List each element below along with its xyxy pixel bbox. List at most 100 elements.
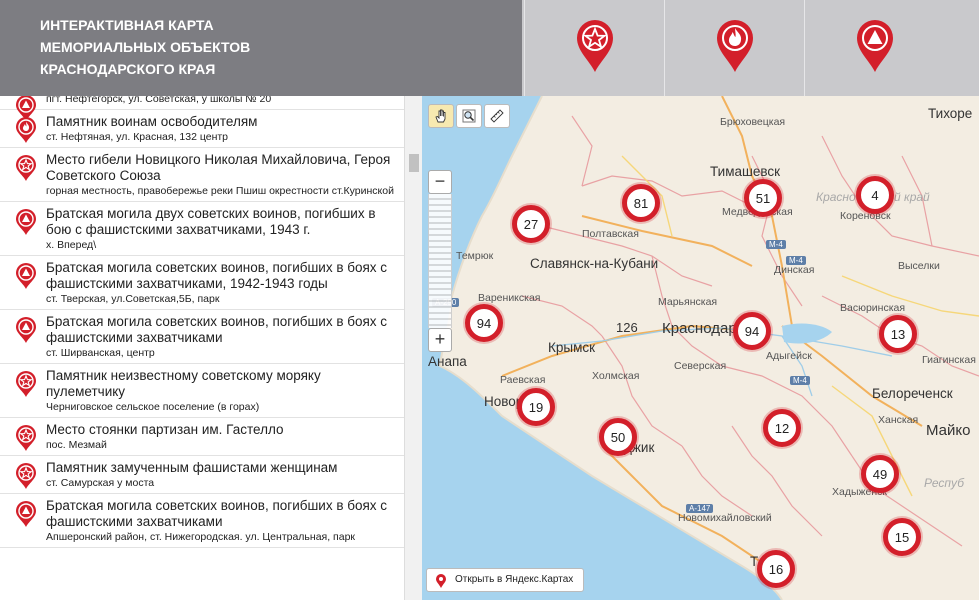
- map-cluster[interactable]: 19: [517, 388, 555, 426]
- zoom-slider[interactable]: [428, 194, 452, 328]
- magnifier-tool-button[interactable]: [456, 104, 482, 128]
- label-khanskaya: Ханская: [878, 414, 919, 426]
- label-krasnodar: Краснодар: [662, 320, 737, 337]
- label-maryanskaya: Марьянская: [658, 296, 718, 308]
- list-item-address: Апшеронский район, ст. Нижегородская. ул…: [46, 531, 356, 543]
- star-pin-icon: [16, 371, 36, 397]
- ruler-tool-button[interactable]: [484, 104, 510, 128]
- star-pin-icon: [576, 20, 613, 72]
- list-item[interactable]: Братская могила советских воинов, погибш…: [0, 494, 404, 548]
- list-item-address: ст. Самурская у моста: [46, 477, 155, 489]
- list-item-address: горная местность, правобережье реки Пшиш…: [46, 185, 394, 197]
- list-item[interactable]: Место гибели Новицкого Николая Михайлови…: [0, 148, 404, 202]
- hand-tool-icon: [435, 109, 446, 123]
- triangle-pin-icon: [856, 20, 893, 72]
- list-item-title: Братская могила советских воинов, погибш…: [46, 314, 388, 345]
- list-scrollbar[interactable]: [404, 96, 422, 600]
- list-item[interactable]: Братская могила советских воинов, погибш…: [0, 256, 404, 310]
- list-item-title: Памятник замученным фашистами женщинам: [46, 460, 338, 475]
- list-item-address: ст. Нефтяная, ул. Красная, 132 центр: [46, 131, 229, 143]
- road-shield: М-4: [786, 256, 806, 265]
- label-severskaya: Северская: [674, 360, 727, 372]
- map-pin-icon: [436, 574, 446, 588]
- list-item-title: Памятник неизвестному советскому моряку …: [46, 368, 321, 399]
- map-cluster[interactable]: 13: [879, 315, 917, 353]
- list-item-address: Черниговское сельское поселение (в горах…: [46, 401, 260, 413]
- label-poltavskaya: Полтавская: [582, 228, 639, 240]
- map-cluster[interactable]: 51: [744, 179, 782, 217]
- map-cluster[interactable]: 12: [763, 409, 801, 447]
- label-novomikhaylovsky: Новомихайловский: [678, 512, 772, 524]
- label-slavyansk: Славянск-на-Кубани: [530, 256, 659, 271]
- memorial-list: пгт. Нефтегорск, ул. Советская, у школы …: [0, 96, 404, 548]
- triangle-pin-icon: [16, 209, 36, 235]
- list-item-address: пгт. Нефтегорск, ул. Советская, у школы …: [46, 96, 272, 105]
- memorial-list-panel: пгт. Нефтегорск, ул. Советская, у школы …: [0, 96, 422, 600]
- list-item[interactable]: Братская могила советских воинов, погибш…: [0, 310, 404, 364]
- label-maykop: Майко: [926, 422, 971, 439]
- road-shield: М-4: [790, 376, 810, 385]
- list-item[interactable]: Памятник неизвестному советскому моряку …: [0, 364, 404, 418]
- label-anapa: Анапа: [428, 354, 467, 369]
- list-item[interactable]: Памятник замученным фашистами женщинам ст…: [0, 456, 404, 494]
- list-item-address: ст. Тверская, ул.Советская,5Б, парк: [46, 293, 220, 305]
- filter-flame-button[interactable]: [664, 0, 804, 96]
- list-item[interactable]: Памятник воинам освободителям ст. Нефтяна…: [0, 110, 404, 148]
- label-krymsk: Крымск: [548, 340, 596, 355]
- magnifier-tool-icon: [462, 109, 476, 123]
- header: ИНТЕРАКТИВНАЯ КАРТА МЕМОРИАЛЬНЫХ ОБЪЕКТО…: [0, 0, 979, 96]
- label-varenikovskaya: Вареникская: [478, 292, 541, 304]
- road-shield: М-4: [766, 240, 786, 249]
- map-cluster[interactable]: 15: [883, 518, 921, 556]
- label-adygeysk: Адыгейск: [766, 350, 812, 362]
- label-vyselki: Выселки: [898, 260, 940, 272]
- label-vasyurinskaya: Васюринская: [840, 302, 906, 314]
- page-title: ИНТЕРАКТИВНАЯ КАРТА МЕМОРИАЛЬНЫХ ОБЪЕКТО…: [40, 17, 251, 77]
- map-cluster[interactable]: 81: [622, 184, 660, 222]
- list-item-title: Братская могила двух советских воинов, п…: [46, 206, 376, 237]
- zoom-control: − +: [428, 170, 452, 352]
- star-pin-icon: [16, 155, 36, 181]
- triangle-pin-icon: [16, 501, 36, 527]
- label-belorechensk: Белореченск: [872, 386, 953, 401]
- scrollbar-thumb[interactable]: [409, 154, 419, 172]
- triangle-pin-icon: [16, 263, 36, 289]
- list-item-address: ст. Ширванская, центр: [46, 347, 155, 359]
- list-item-address: х. Вперед\: [46, 239, 97, 251]
- map-cluster[interactable]: 4: [856, 176, 894, 214]
- list-item-title: Братская могила советских воинов, погибш…: [46, 498, 388, 529]
- map-cluster[interactable]: 27: [512, 205, 550, 243]
- map-cluster[interactable]: 49: [861, 455, 899, 493]
- ruler-tool-icon: [490, 109, 504, 123]
- label-timashevsk: Тимашевск: [710, 164, 780, 179]
- star-pin-icon: [16, 425, 36, 451]
- zoom-in-button[interactable]: +: [428, 328, 452, 352]
- zoom-out-button[interactable]: −: [428, 170, 452, 194]
- list-item-title: Место гибели Новицкого Николая Михайлови…: [46, 152, 391, 183]
- flame-pin-icon: [16, 117, 36, 143]
- hand-tool-button[interactable]: [428, 104, 454, 128]
- road-shield: А-147: [686, 504, 714, 513]
- label-dinskaya: Динская: [774, 264, 815, 276]
- label-respublika: Респуб: [924, 476, 965, 490]
- list-item-title: Памятник воинам освободителям: [46, 114, 258, 129]
- list-item[interactable]: Братская могила двух советских воинов, п…: [0, 202, 404, 256]
- triangle-pin-icon: [16, 317, 36, 343]
- map-cluster[interactable]: 94: [733, 312, 771, 350]
- label-giaginskaya: Гиагинская: [922, 354, 976, 366]
- map-cluster[interactable]: 16: [757, 550, 795, 588]
- map[interactable]: Брюховецкая Тихоре Тимашевск Медведовска…: [422, 96, 979, 600]
- filter-triangle-button[interactable]: [804, 0, 944, 96]
- filter-star-button[interactable]: [524, 0, 664, 96]
- map-cluster[interactable]: 94: [465, 304, 503, 342]
- map-cluster[interactable]: 50: [599, 418, 637, 456]
- list-item-address: пос. Мезмай: [46, 439, 107, 451]
- open-in-yandex-maps-button[interactable]: Открыть в Яндекс.Картах: [426, 568, 585, 592]
- list-item-title: Братская могила советских воинов, погибш…: [46, 260, 388, 291]
- flame-pin-icon: [716, 20, 753, 72]
- list-item[interactable]: Место стоянки партизан им. Гастелло пос. …: [0, 418, 404, 456]
- label-126: 126: [616, 320, 638, 335]
- map-toolbar: [428, 104, 510, 128]
- header-title-box: ИНТЕРАКТИВНАЯ КАРТА МЕМОРИАЛЬНЫХ ОБЪЕКТО…: [0, 0, 522, 96]
- list-item[interactable]: пгт. Нефтегорск, ул. Советская, у школы …: [0, 96, 404, 121]
